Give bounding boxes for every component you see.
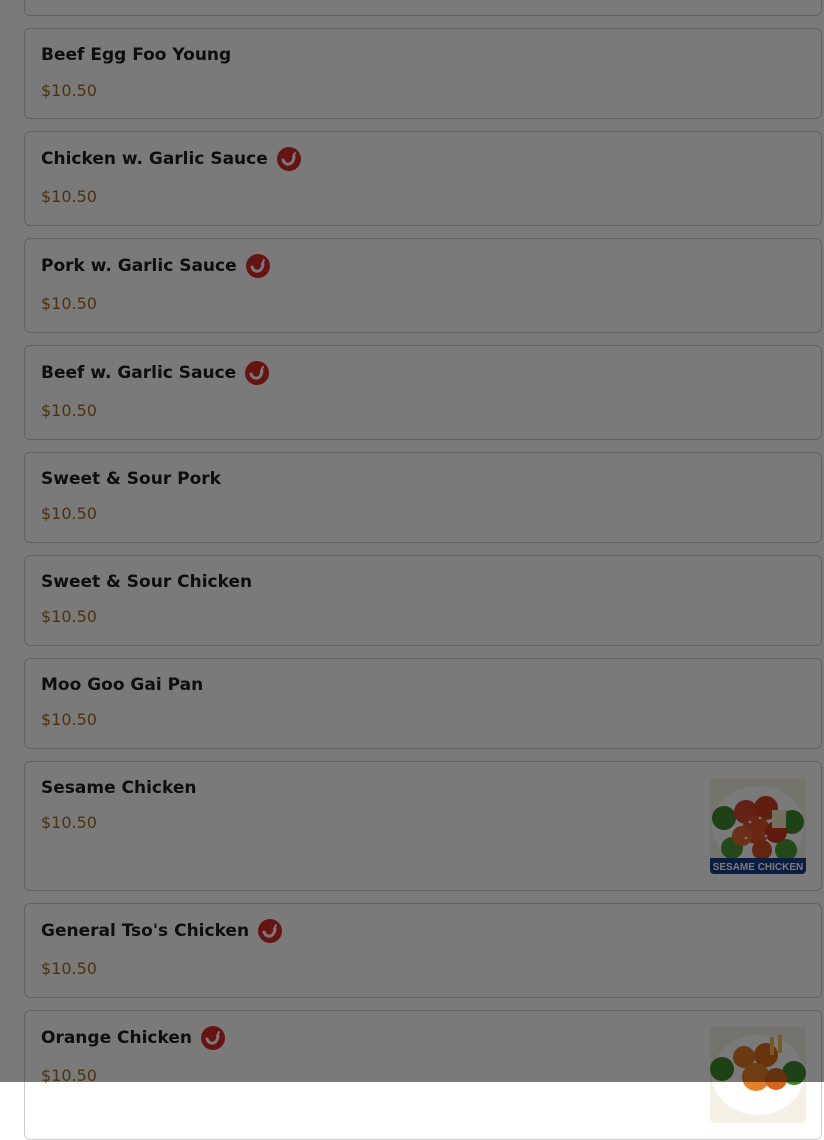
menu-item-card[interactable]: Beef w. Garlic Sauce $10.50 — [24, 345, 822, 440]
menu-item-card[interactable]: Sweet & Sour Pork $10.50 — [24, 452, 822, 543]
menu-item-card[interactable]: General Tso's Chicken $10.50 — [24, 903, 822, 998]
photo-caption: SESAME CHICKEN — [713, 862, 804, 873]
menu-item-price: $10.50 — [41, 81, 97, 100]
menu-item-card[interactable]: Orange Chicken $10.50 — [24, 1010, 822, 1140]
spicy-icon — [245, 254, 270, 278]
orange-chicken-photo — [710, 1027, 806, 1123]
menu-item-photo[interactable]: SESAME CHICKEN — [710, 778, 806, 874]
menu-item-card[interactable] — [24, 0, 822, 16]
menu-item-name: Orange Chicken — [41, 1026, 225, 1050]
menu-item-price: $10.50 — [41, 504, 97, 523]
menu-item-price: $10.50 — [41, 187, 97, 206]
menu-item-name: Pork w. Garlic Sauce — [41, 254, 270, 278]
spicy-icon — [245, 361, 270, 385]
spicy-icon — [201, 1026, 225, 1050]
menu-item-price: $10.50 — [41, 294, 97, 313]
menu-item-card[interactable]: Sesame Chicken $10.50 SESAME CHICKEN — [24, 761, 822, 891]
spicy-icon — [258, 919, 283, 943]
menu-item-price: $10.50 — [41, 607, 97, 626]
menu-item-name: Beef Egg Foo Young — [41, 45, 232, 65]
menu-item-card[interactable]: Pork w. Garlic Sauce $10.50 — [24, 238, 822, 333]
menu-item-name: Sweet & Sour Pork — [41, 469, 221, 489]
menu-item-price: $10.50 — [41, 401, 97, 420]
menu-item-price: $10.50 — [41, 813, 97, 832]
menu-item-name: Chicken w. Garlic Sauce — [41, 147, 301, 171]
menu-item-price: $10.50 — [41, 1066, 97, 1085]
menu-item-photo[interactable] — [710, 1027, 806, 1123]
menu-item-card[interactable]: Sweet & Sour Chicken $10.50 — [24, 555, 822, 646]
menu-item-card[interactable]: Beef Egg Foo Young $10.50 — [24, 28, 822, 119]
menu-item-name: Moo Goo Gai Pan — [41, 675, 204, 695]
menu-item-price: $10.50 — [41, 959, 97, 978]
menu-item-card[interactable]: Moo Goo Gai Pan $10.50 — [24, 658, 822, 749]
spicy-icon — [276, 147, 301, 171]
menu-item-price: $10.50 — [41, 710, 97, 729]
menu-item-name: Beef w. Garlic Sauce — [41, 361, 270, 385]
menu-item-name: Sesame Chicken — [41, 778, 197, 798]
menu-item-card[interactable]: Chicken w. Garlic Sauce $10.50 — [24, 131, 822, 226]
sesame-chicken-photo: SESAME CHICKEN — [710, 778, 806, 874]
menu-item-name: Sweet & Sour Chicken — [41, 572, 253, 592]
menu-item-name: General Tso's Chicken — [41, 919, 283, 943]
